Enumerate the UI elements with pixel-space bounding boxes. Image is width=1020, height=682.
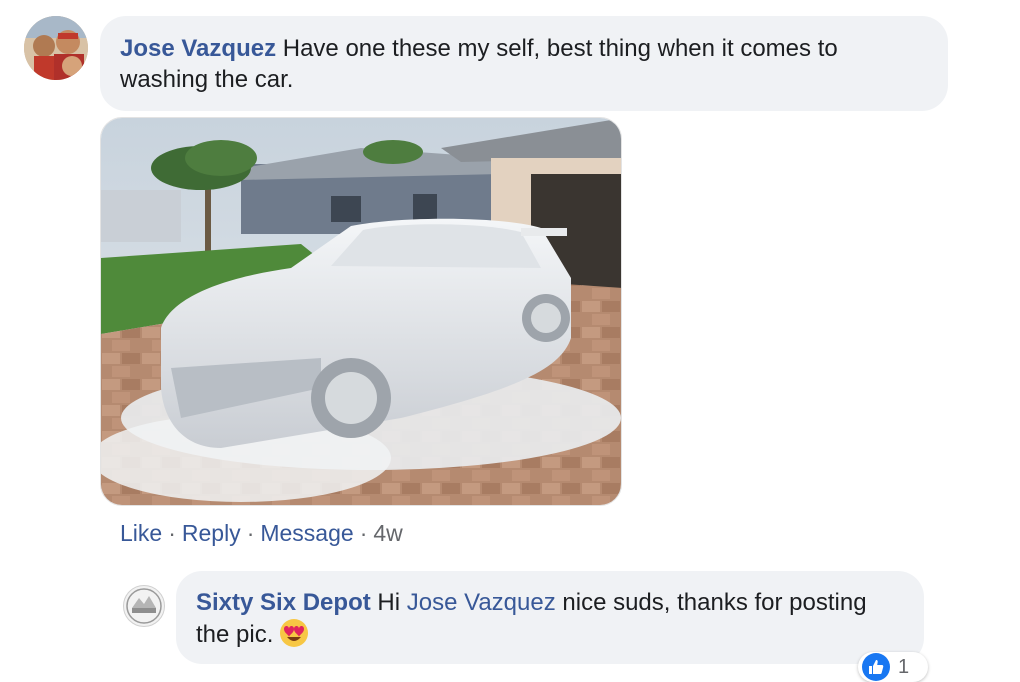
separator: · bbox=[168, 520, 176, 546]
comment-timestamp[interactable]: 4w bbox=[373, 520, 402, 546]
avatar-sixty-six-depot[interactable] bbox=[123, 585, 165, 627]
comment-bubble: Jose Vazquez Have one these my self, bes… bbox=[100, 16, 948, 111]
mention-link[interactable]: Jose Vazquez bbox=[407, 589, 556, 616]
like-link[interactable]: Like bbox=[120, 520, 162, 546]
profile-photo bbox=[24, 16, 88, 80]
separator: · bbox=[246, 520, 255, 546]
car-foam-photo bbox=[101, 118, 621, 505]
like-icon bbox=[862, 653, 890, 681]
depot-logo bbox=[126, 588, 162, 624]
comment-author[interactable]: Jose Vazquez bbox=[120, 35, 276, 62]
heart-eyes-emoji bbox=[279, 618, 309, 656]
avatar-jose-vazquez[interactable] bbox=[24, 16, 88, 80]
message-link[interactable]: Message bbox=[260, 520, 353, 546]
comment-photo[interactable] bbox=[100, 117, 622, 506]
reaction-count: 1 bbox=[898, 655, 910, 678]
reply-link[interactable]: Reply bbox=[182, 520, 241, 546]
reply-author[interactable]: Sixty Six Depot bbox=[196, 589, 371, 616]
separator: · bbox=[359, 520, 368, 546]
reply-bubble: Sixty Six Depot Hi Jose Vazquez nice sud… bbox=[176, 571, 924, 664]
reply-text-before: Hi bbox=[377, 589, 401, 616]
comment-actions: Like · Reply · Message · 4w bbox=[120, 518, 403, 548]
